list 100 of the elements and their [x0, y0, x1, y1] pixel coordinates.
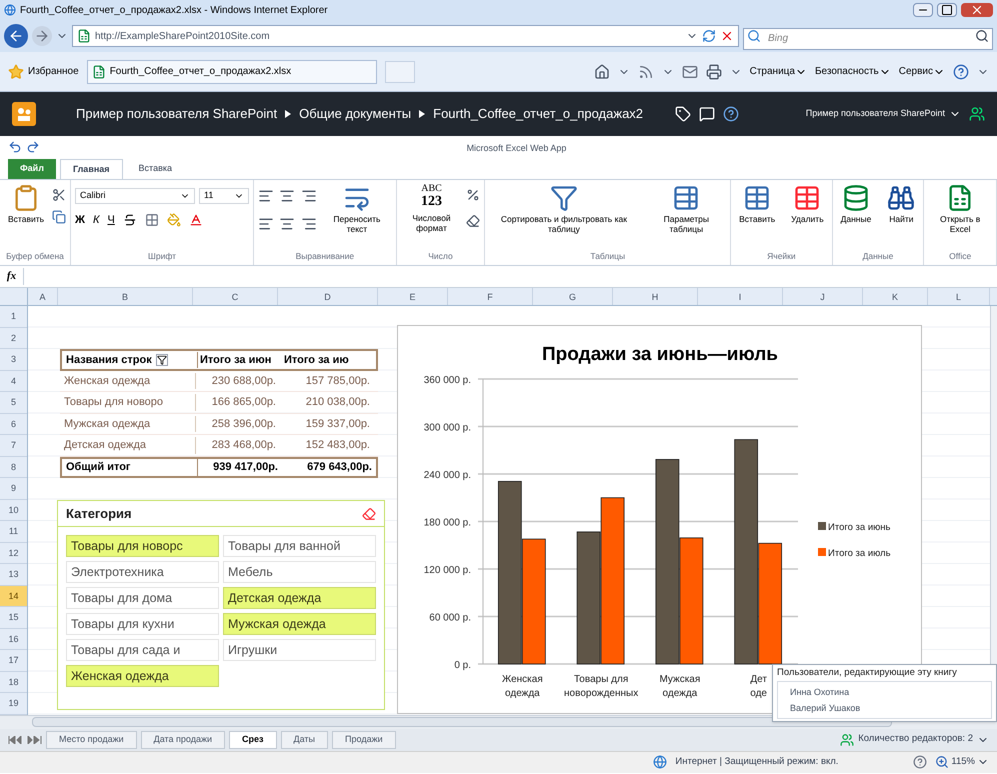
- slicer-item[interactable]: Электротехника: [66, 561, 219, 583]
- slicer-item[interactable]: Товары для кухни: [66, 613, 219, 635]
- ribbon-tab[interactable]: Главная: [60, 159, 123, 179]
- help-icon[interactable]: [953, 64, 969, 80]
- row-header[interactable]: 6: [0, 414, 27, 435]
- row-header[interactable]: 2: [0, 328, 27, 349]
- column-header[interactable]: H: [613, 288, 698, 305]
- format-button[interactable]: Ч: [107, 212, 115, 228]
- search-field[interactable]: Bing: [743, 28, 993, 50]
- format-button[interactable]: Ж: [75, 212, 85, 228]
- format-button[interactable]: К: [92, 212, 100, 228]
- row-header[interactable]: 17: [0, 650, 27, 672]
- sheet-tab[interactable]: Место продажи: [46, 730, 137, 748]
- redo-icon[interactable]: [26, 140, 40, 154]
- forward-icon[interactable]: [32, 26, 52, 46]
- ribbon-tab[interactable]: Файл: [8, 159, 56, 179]
- row-header[interactable]: 3: [0, 349, 27, 370]
- column-header[interactable]: A: [28, 288, 58, 305]
- user-menu[interactable]: Пример пользователя SharePoint: [806, 107, 961, 121]
- users-icon[interactable]: [969, 106, 985, 122]
- insert-cells-button[interactable]: Вставить: [735, 184, 780, 224]
- sheet-tab[interactable]: Даты: [280, 730, 328, 748]
- row-header[interactable]: 7: [0, 435, 27, 456]
- mail-icon[interactable]: [682, 64, 698, 80]
- paste-button[interactable]: Вставить: [4, 184, 48, 224]
- sheet-tab[interactable]: Срез: [229, 730, 277, 748]
- delete-cells-button[interactable]: Удалить: [787, 184, 828, 224]
- slicer-item[interactable]: Женская одежда: [66, 665, 219, 687]
- maximize-icon[interactable]: [937, 3, 957, 17]
- number-format-button[interactable]: ABC 123 Числовой формат: [400, 184, 462, 233]
- column-header[interactable]: I: [698, 288, 783, 305]
- strikethrough-icon[interactable]: [122, 213, 137, 228]
- fill-color-icon[interactable]: [166, 213, 181, 228]
- note-icon[interactable]: [699, 106, 716, 122]
- command-menu[interactable]: Безопасность: [814, 64, 891, 79]
- column-header[interactable]: B: [58, 288, 193, 305]
- column-header[interactable]: C: [193, 288, 278, 305]
- slicer-item[interactable]: Товары для дома: [66, 587, 219, 609]
- slicer-item[interactable]: Товары для новорс: [66, 535, 219, 557]
- slicer-item[interactable]: Мужская одежда: [223, 613, 376, 635]
- font-name-field[interactable]: Calibri: [75, 188, 196, 204]
- slicer-item[interactable]: Игрушки: [223, 639, 376, 661]
- row-header[interactable]: 18: [0, 672, 27, 693]
- column-header[interactable]: F: [448, 288, 533, 305]
- table-options-button[interactable]: Параметры таблицы: [646, 184, 726, 234]
- open-in-excel-button[interactable]: Открыть в Excel: [928, 184, 992, 234]
- stop-icon[interactable]: [720, 29, 734, 43]
- sheet-tab[interactable]: Дата продажи: [140, 730, 226, 748]
- minimize-icon[interactable]: [913, 3, 933, 17]
- slicer-item[interactable]: Товары для ванной: [223, 535, 376, 557]
- breadcrumb-link[interactable]: Общие документы: [299, 104, 412, 124]
- font-size-field[interactable]: 11: [199, 188, 250, 204]
- sort-filter-button[interactable]: Сортировать и фильтровать как таблицу: [489, 184, 638, 234]
- column-header[interactable]: G: [533, 288, 613, 305]
- font-color-icon[interactable]: [188, 213, 203, 228]
- align-left-icon[interactable]: [258, 216, 274, 232]
- search-icon[interactable]: [975, 29, 989, 43]
- clear-filter-icon[interactable]: [362, 506, 376, 520]
- align-right-icon[interactable]: [300, 216, 317, 232]
- align-center-icon[interactable]: [279, 216, 296, 232]
- browser-tab[interactable]: Fourth_Coffee_отчет_о_продажах2.xlsx: [86, 60, 377, 84]
- breadcrumb-link[interactable]: Fourth_Coffee_отчет_о_продажах2: [433, 104, 644, 124]
- row-header[interactable]: 8: [0, 456, 27, 478]
- data-button[interactable]: Данные: [836, 184, 876, 224]
- row-header[interactable]: 16: [0, 628, 27, 650]
- close-icon[interactable]: [961, 3, 993, 17]
- row-header[interactable]: 9: [0, 478, 27, 500]
- column-header[interactable]: J: [783, 288, 863, 305]
- feeds-icon[interactable]: [638, 64, 654, 80]
- help-icon[interactable]: [723, 106, 740, 122]
- slicer-item[interactable]: Товары для сада и: [66, 639, 219, 661]
- column-header[interactable]: D: [278, 288, 378, 305]
- tag-icon[interactable]: [675, 106, 692, 122]
- find-button[interactable]: Найти: [883, 184, 920, 224]
- print-icon[interactable]: [706, 64, 722, 80]
- column-header[interactable]: L: [928, 288, 990, 305]
- refresh-icon[interactable]: [702, 29, 716, 43]
- slicer-item[interactable]: Мебель: [223, 561, 376, 583]
- horizontal-scrollbar[interactable]: [32, 717, 892, 727]
- home-icon[interactable]: [594, 64, 610, 80]
- back-icon[interactable]: [4, 24, 28, 48]
- cut-icon[interactable]: [52, 188, 66, 202]
- command-menu[interactable]: Страница: [750, 64, 807, 79]
- column-header[interactable]: K: [863, 288, 928, 305]
- slicer-item[interactable]: Детская одежда: [223, 587, 376, 609]
- undo-icon[interactable]: [8, 140, 22, 154]
- sheet-tab[interactable]: Продажи: [332, 730, 396, 748]
- borders-icon[interactable]: [144, 213, 159, 228]
- row-header[interactable]: 15: [0, 607, 27, 628]
- breadcrumb-link[interactable]: Пример пользователя SharePoint: [76, 104, 278, 124]
- filter-icon[interactable]: [156, 354, 168, 366]
- row-header[interactable]: 12: [0, 542, 27, 564]
- row-header[interactable]: 5: [0, 392, 27, 414]
- favorites-button[interactable]: Избранное: [8, 64, 79, 80]
- zoom-button[interactable]: 115%: [935, 754, 989, 770]
- row-header[interactable]: 4: [0, 370, 27, 392]
- column-header[interactable]: E: [378, 288, 448, 305]
- address-field[interactable]: http://ExampleSharePoint2010Site.com: [72, 25, 739, 47]
- ribbon-tab[interactable]: Вставка: [126, 159, 184, 179]
- wrap-text-button[interactable]: Переносить текст: [322, 184, 392, 234]
